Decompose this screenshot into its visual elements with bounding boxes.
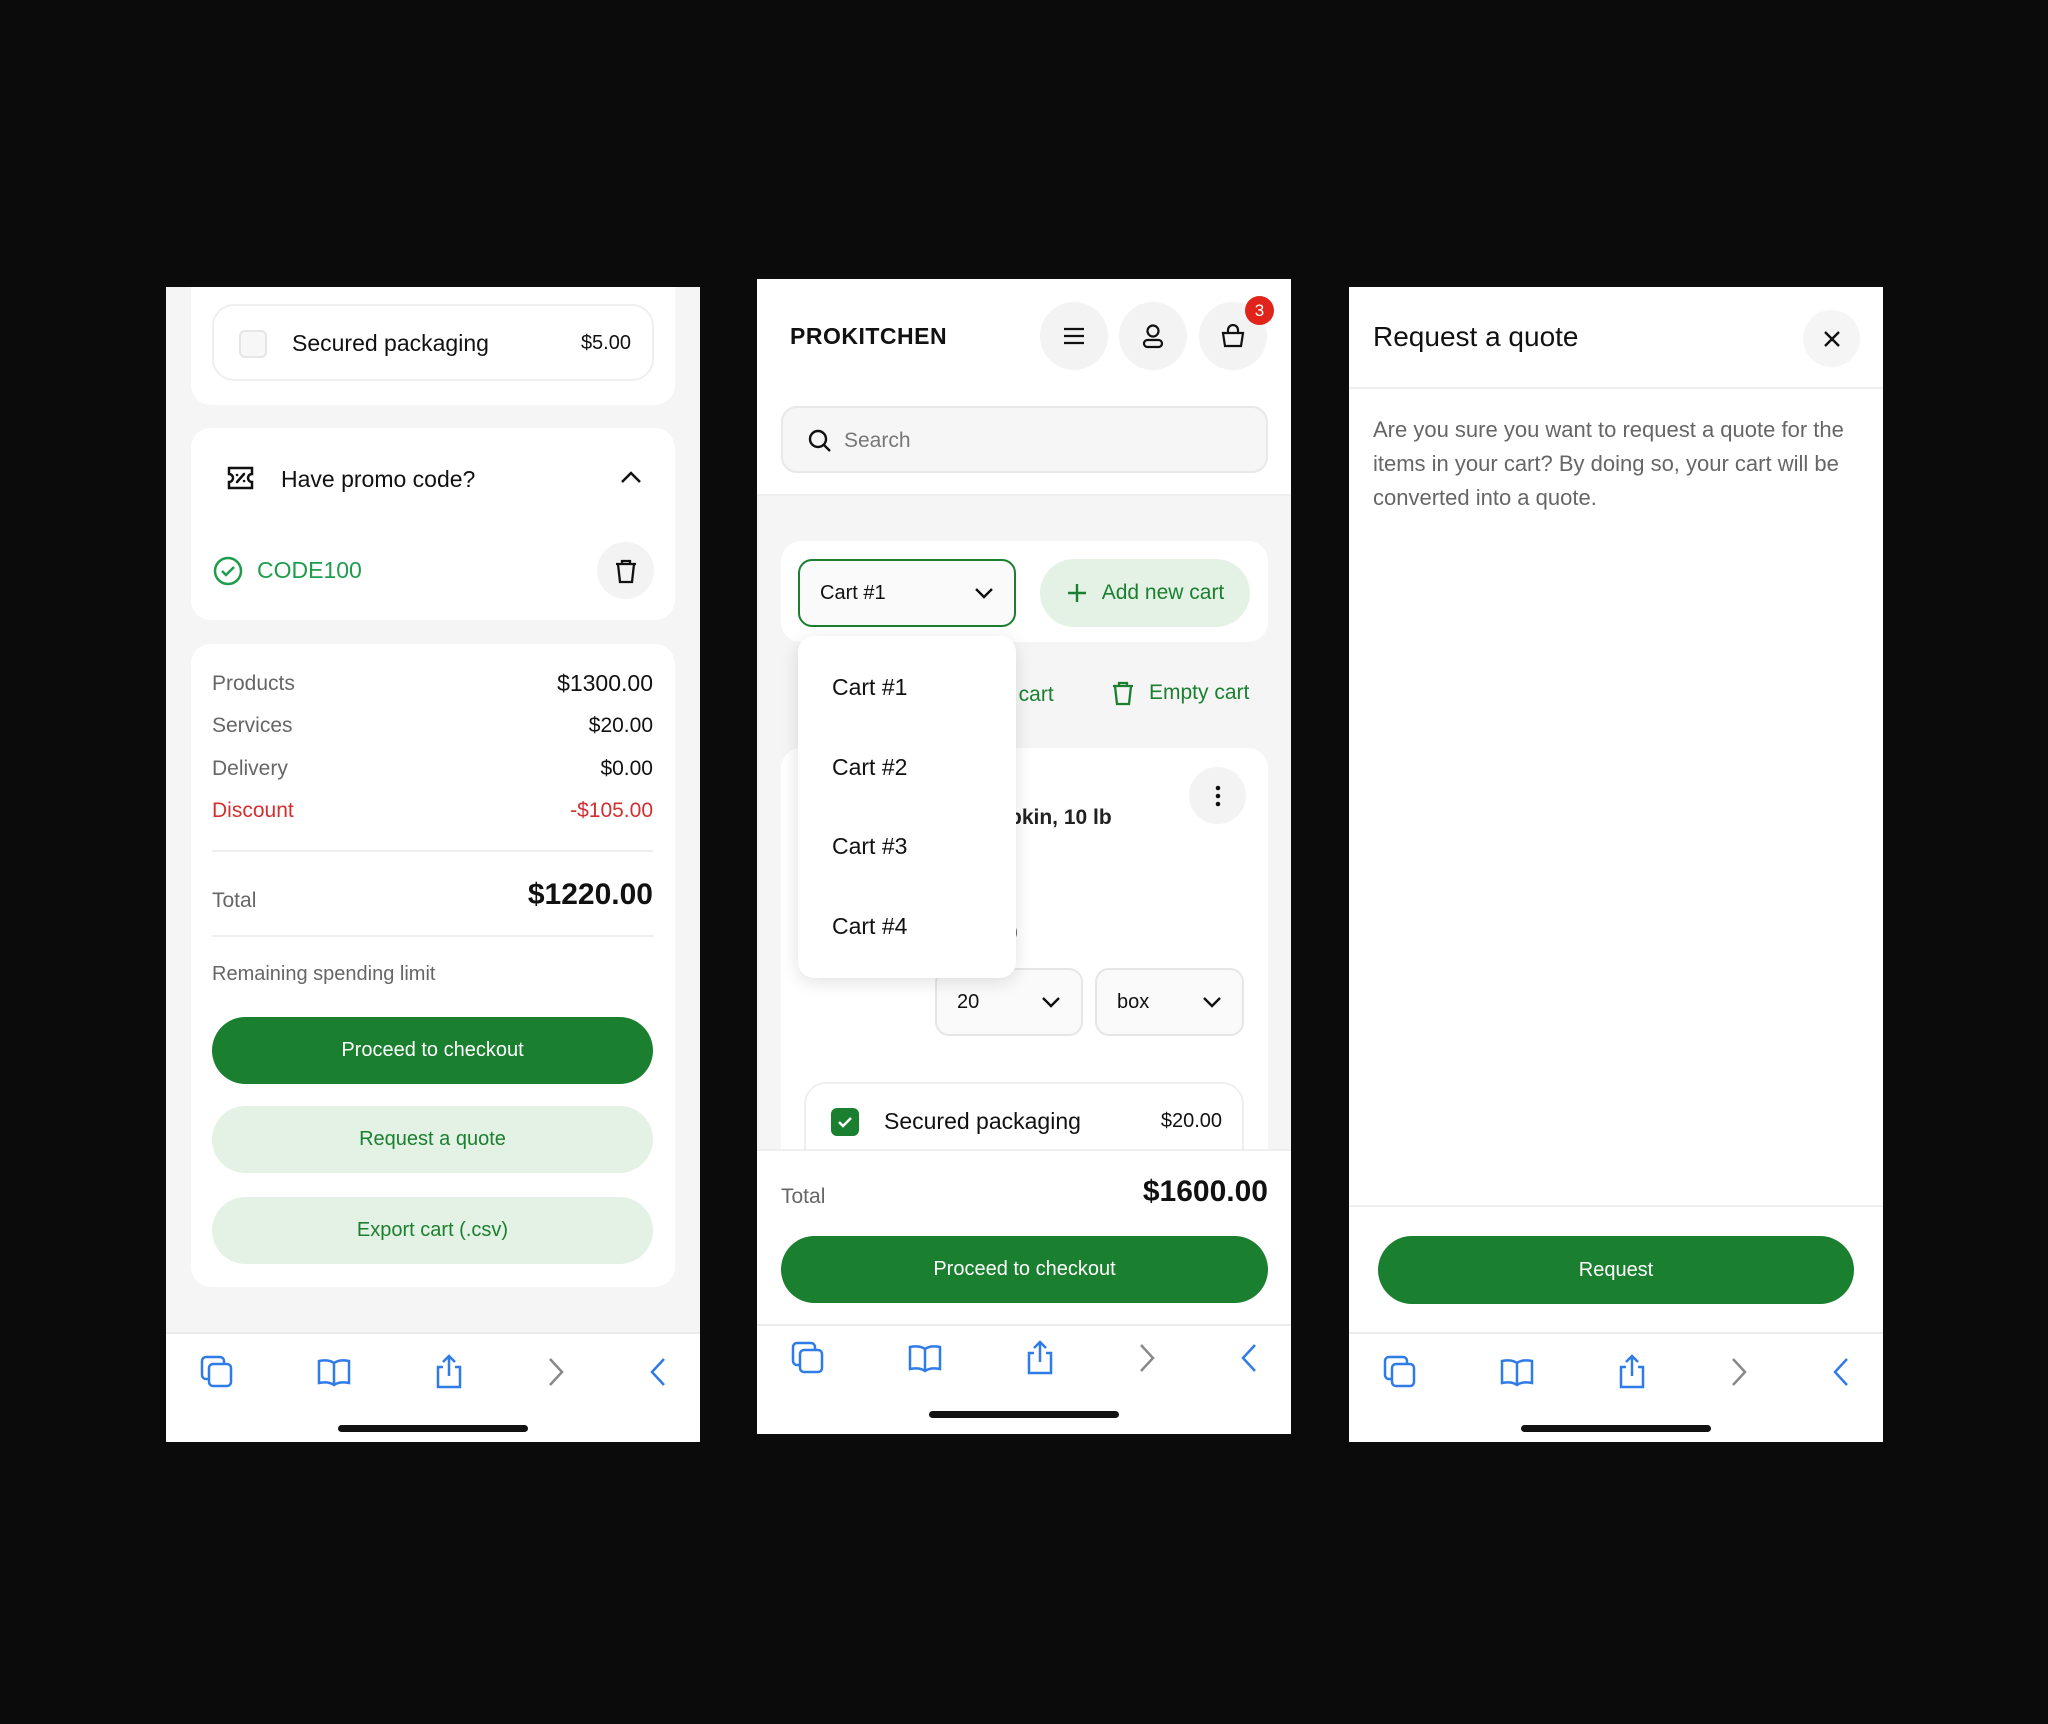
home-indicator bbox=[1521, 1425, 1711, 1432]
quantity-select[interactable]: 20 bbox=[935, 968, 1083, 1036]
tabs-icon[interactable] bbox=[790, 1340, 826, 1376]
search-icon bbox=[808, 429, 831, 452]
cart-screen: PROKITCHEN 3 Search Cart #1 Add new cart… bbox=[757, 279, 1291, 1434]
packaging-price: $20.00 bbox=[1160, 1110, 1222, 1132]
browser-toolbar bbox=[1349, 1332, 1883, 1442]
dialog-title: Request a quote bbox=[1373, 321, 1579, 352]
promo-header[interactable]: Have promo code? bbox=[191, 428, 675, 528]
more-vertical-icon bbox=[1215, 785, 1220, 806]
add-new-cart-button[interactable]: Add new cart bbox=[1040, 559, 1250, 627]
unit-select[interactable]: box bbox=[1095, 968, 1244, 1036]
cart-dropdown-menu: Cart #1 Cart #2 Cart #3 Cart #4 bbox=[798, 636, 1016, 978]
search-input[interactable]: Search bbox=[781, 406, 1268, 473]
search-placeholder: Search bbox=[844, 429, 911, 452]
share-icon[interactable] bbox=[431, 1354, 467, 1390]
product-menu-button[interactable] bbox=[1189, 767, 1246, 824]
discount-row: Discount -$105.00 bbox=[212, 799, 653, 822]
promo-card: Have promo code? CODE100 bbox=[191, 428, 675, 620]
forward-icon[interactable] bbox=[1129, 1340, 1165, 1376]
export-cart-button[interactable]: Export cart (.csv) bbox=[212, 1197, 653, 1264]
packaging-label: Secured packaging bbox=[292, 330, 489, 356]
home-indicator bbox=[929, 1411, 1119, 1418]
user-icon bbox=[1142, 324, 1164, 349]
browser-toolbar bbox=[166, 1332, 700, 1442]
promo-title: Have promo code? bbox=[281, 466, 476, 492]
menu-icon bbox=[1064, 327, 1084, 345]
close-icon bbox=[1823, 330, 1840, 347]
chevron-down-icon bbox=[1203, 997, 1221, 1008]
cart-select[interactable]: Cart #1 bbox=[798, 559, 1016, 627]
bookmarks-icon[interactable] bbox=[316, 1354, 352, 1390]
check-icon bbox=[838, 1117, 852, 1128]
remove-promo-button[interactable] bbox=[597, 542, 654, 599]
chevron-down-icon bbox=[975, 588, 993, 599]
tabs-icon[interactable] bbox=[1382, 1354, 1418, 1390]
summary-row: Services $20.00 bbox=[212, 714, 653, 737]
bookmarks-icon[interactable] bbox=[1499, 1354, 1535, 1390]
cart-summary-screen: Secured packaging $5.00 Have promo code?… bbox=[166, 287, 700, 1442]
summary-row: Products $1300.00 bbox=[212, 670, 653, 696]
menu-button[interactable] bbox=[1040, 302, 1108, 370]
forward-icon[interactable] bbox=[538, 1354, 574, 1390]
trash-icon bbox=[615, 559, 636, 583]
close-button[interactable] bbox=[1803, 310, 1860, 367]
packaging-label: Secured packaging bbox=[884, 1108, 1081, 1134]
summary-row: Delivery $0.00 bbox=[212, 757, 653, 780]
dropdown-item-cart-4[interactable]: Cart #4 bbox=[832, 913, 907, 940]
back-icon[interactable] bbox=[1823, 1354, 1859, 1390]
request-quote-button[interactable]: Request a quote bbox=[212, 1106, 653, 1173]
checkout-footer: Total $1600.00 Proceed to checkout bbox=[757, 1149, 1291, 1329]
dropdown-item-cart-3[interactable]: Cart #3 bbox=[832, 833, 907, 860]
request-button[interactable]: Request bbox=[1378, 1236, 1854, 1304]
back-icon[interactable] bbox=[1231, 1340, 1267, 1376]
total-label: Total bbox=[781, 1185, 826, 1208]
packaging-option[interactable]: Secured packaging $5.00 bbox=[212, 304, 654, 381]
share-icon[interactable] bbox=[1022, 1340, 1058, 1376]
tabs-icon[interactable] bbox=[199, 1354, 235, 1390]
promo-code: CODE100 bbox=[257, 557, 362, 583]
home-indicator bbox=[338, 1425, 528, 1432]
total-value: $1600.00 bbox=[1142, 1175, 1268, 1208]
divider bbox=[1349, 1205, 1883, 1207]
header: PROKITCHEN 3 Search bbox=[757, 279, 1291, 496]
dropdown-item-cart-1[interactable]: Cart #1 bbox=[832, 674, 907, 701]
packaging-checkbox-checked[interactable] bbox=[831, 1108, 859, 1136]
shopping-bag-icon bbox=[1221, 324, 1245, 348]
back-icon[interactable] bbox=[640, 1354, 676, 1390]
request-quote-dialog: Request a quote Are you sure you want to… bbox=[1349, 287, 1883, 1442]
check-circle-icon bbox=[213, 556, 243, 586]
packaging-card: Secured packaging $5.00 bbox=[191, 287, 675, 405]
total-row: Total $1220.00 bbox=[212, 878, 653, 912]
proceed-to-checkout-button[interactable]: Proceed to checkout bbox=[781, 1236, 1268, 1303]
divider bbox=[1349, 387, 1883, 389]
chevron-up-icon[interactable] bbox=[620, 470, 642, 484]
divider bbox=[212, 935, 653, 937]
dropdown-item-cart-2[interactable]: Cart #2 bbox=[832, 754, 907, 781]
trash-icon bbox=[1113, 681, 1133, 706]
empty-cart-button[interactable]: Empty cart bbox=[1111, 680, 1249, 706]
divider bbox=[212, 850, 653, 852]
dialog-message: Are you sure you want to request a quote… bbox=[1373, 417, 1844, 510]
account-button[interactable] bbox=[1119, 302, 1187, 370]
proceed-to-checkout-button[interactable]: Proceed to checkout bbox=[212, 1017, 653, 1084]
ticket-icon bbox=[227, 466, 254, 490]
share-icon[interactable] bbox=[1614, 1354, 1650, 1390]
packaging-checkbox[interactable] bbox=[239, 330, 267, 358]
cart-count-badge: 3 bbox=[1245, 296, 1274, 325]
bookmarks-icon[interactable] bbox=[907, 1340, 943, 1376]
forward-icon[interactable] bbox=[1721, 1354, 1757, 1390]
plus-icon bbox=[1067, 584, 1086, 602]
packaging-price: $5.00 bbox=[580, 332, 631, 354]
browser-toolbar bbox=[757, 1324, 1291, 1434]
chevron-down-icon bbox=[1042, 997, 1060, 1008]
spending-limit-label: Remaining spending limit bbox=[212, 963, 436, 985]
brand-logo[interactable]: PROKITCHEN bbox=[790, 323, 947, 350]
product-name: pkin, 10 lb bbox=[1009, 806, 1112, 829]
